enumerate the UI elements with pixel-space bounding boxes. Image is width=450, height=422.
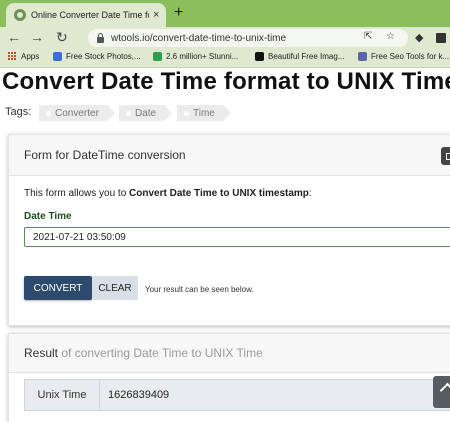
form-description: This form allows you to Convert Date Tim…: [24, 188, 312, 199]
expand-icon: [446, 153, 450, 160]
image-icon: [53, 52, 62, 61]
reload-button[interactable]: ↻: [56, 29, 68, 46]
address-bar[interactable]: wtools.io/convert-date-time-to-unix-time…: [88, 29, 408, 47]
browser-tab-bar: Online Converter Date Time form × +: [0, 0, 450, 27]
result-card-header: Result of converting Date Time to UNIX T…: [9, 334, 450, 373]
clear-button[interactable]: CLEAR: [92, 276, 138, 300]
bookmark-label: Beautiful Free Imag...: [268, 52, 345, 61]
bookmark-free-stock-photos[interactable]: Free Stock Photos,...: [53, 52, 141, 61]
form-card-title: Form for DateTime conversion: [24, 148, 186, 162]
result-card-title: Result of converting Date Time to UNIX T…: [24, 346, 263, 360]
close-tab-icon[interactable]: ×: [153, 9, 159, 21]
date-time-label: Date Time: [24, 211, 72, 222]
bookmark-label: Free Seo Tools for k...: [371, 52, 450, 61]
bookmark-apps[interactable]: Apps: [8, 52, 39, 61]
form-card-header: Form for DateTime conversion: [9, 135, 450, 176]
tag-date[interactable]: Date: [119, 105, 173, 121]
share-icon[interactable]: ⇱: [364, 31, 372, 42]
unix-time-value[interactable]: 1626839409: [100, 379, 450, 411]
browser-tab[interactable]: Online Converter Date Time form ×: [6, 3, 166, 27]
conversion-form-card: Form for DateTime conversion This form a…: [8, 134, 450, 326]
scroll-to-top-button[interactable]: [433, 376, 450, 408]
forward-button[interactable]: →: [30, 29, 44, 45]
unix-time-row: Unix Time 1626839409: [24, 379, 450, 411]
result-card: Result of converting Date Time to UNIX T…: [8, 333, 450, 422]
result-hint: Your result can be seen below.: [145, 285, 254, 294]
convert-button[interactable]: CONVERT: [24, 276, 92, 300]
page-title: Convert Date Time format to UNIX Time: [2, 68, 450, 95]
lock-icon: [97, 33, 104, 43]
bookmarks-bar: Apps Free Stock Photos,... 2.6 million+ …: [0, 49, 450, 68]
tag-converter[interactable]: Converter: [39, 105, 115, 121]
bookmark-stunning-images[interactable]: 2.6 million+ Stunni...: [153, 52, 238, 61]
site-favicon-icon: [14, 9, 26, 21]
new-tab-button[interactable]: +: [174, 4, 183, 22]
bookmark-star-icon[interactable]: ☆: [386, 31, 395, 42]
back-button[interactable]: ←: [7, 29, 21, 45]
extensions-icon[interactable]: ◆: [415, 31, 423, 44]
expand-button[interactable]: [441, 147, 450, 165]
tags-label: Tags:: [5, 106, 32, 118]
px-icon: [153, 52, 162, 61]
bookmark-label: Apps: [21, 52, 40, 61]
bookmark-label: Free Stock Photos,...: [66, 52, 141, 61]
bookmark-label: 2.6 million+ Stunni...: [166, 52, 239, 61]
bookmark-free-seo-tools[interactable]: Free Seo Tools for k...: [358, 52, 449, 61]
camera-icon: [255, 52, 264, 61]
sidebar-panel-icon[interactable]: [436, 33, 446, 43]
bookmark-beautiful-free-images[interactable]: Beautiful Free Imag...: [255, 52, 344, 61]
seo-icon: [358, 52, 367, 61]
browser-toolbar: ← → ↻ wtools.io/convert-date-time-to-uni…: [0, 27, 450, 49]
tab-title: Online Converter Date Time form: [31, 10, 149, 20]
date-time-input[interactable]: [24, 227, 450, 247]
url-text: wtools.io/convert-date-time-to-unix-time: [111, 32, 287, 44]
tag-time[interactable]: Time: [177, 105, 231, 121]
apps-grid-icon: [8, 52, 17, 61]
unix-time-label: Unix Time: [24, 379, 100, 411]
